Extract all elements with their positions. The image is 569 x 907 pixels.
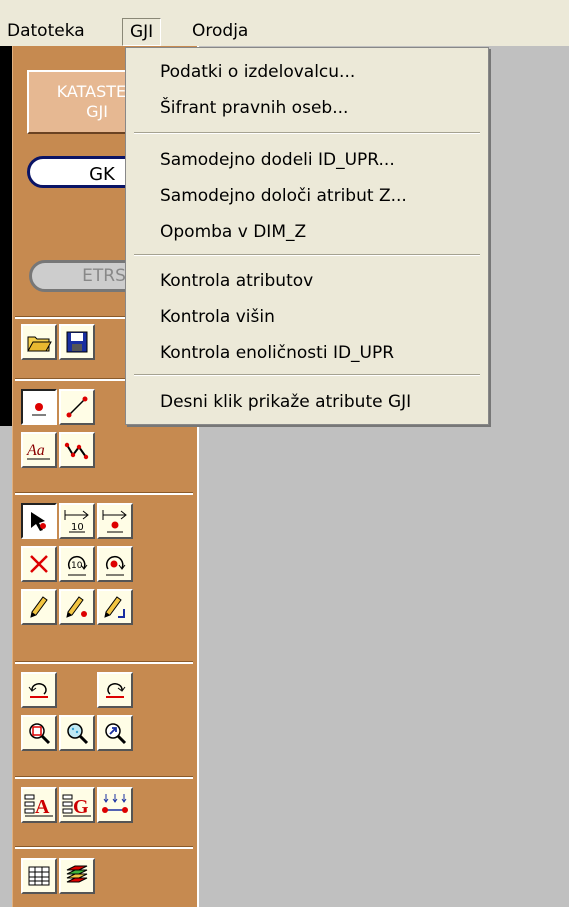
svg-text:G: G [73, 796, 89, 818]
rotate-text-icon[interactable]: 10 [59, 546, 95, 582]
menu-datoteka[interactable]: Datoteka [0, 17, 92, 45]
open-folder-icon[interactable] [21, 324, 57, 360]
menu-orodja[interactable]: Orodja [185, 17, 255, 45]
zoom-rectangle-icon[interactable] [21, 715, 57, 751]
undo-icon[interactable] [21, 672, 57, 708]
attribute-g-icon[interactable]: G [59, 787, 95, 823]
text-icon[interactable]: Aa [21, 432, 57, 468]
table-icon[interactable] [21, 858, 57, 894]
svg-text:A: A [35, 796, 50, 818]
layers-icon[interactable] [59, 858, 95, 894]
measure-distance-icon[interactable]: 10 [59, 503, 95, 539]
pencil-corner-icon[interactable] [97, 589, 133, 625]
menu-item-podatki-o-izdelovalcu[interactable]: Podatki o izdelovalcu... [126, 56, 488, 88]
point-icon[interactable] [21, 389, 57, 425]
menu-item-kontrola-atributov[interactable]: Kontrola atributov [126, 265, 488, 297]
save-disk-icon[interactable] [59, 324, 95, 360]
toolbar-separator [15, 846, 193, 849]
zoom-previous-icon[interactable] [97, 715, 133, 751]
zoom-extent-icon[interactable] [59, 715, 95, 751]
pencil-icon[interactable] [21, 589, 57, 625]
menu-separator [134, 254, 480, 256]
window-edge [0, 46, 12, 426]
delete-x-icon[interactable] [21, 546, 57, 582]
line-icon[interactable] [59, 389, 95, 425]
menu-separator [134, 374, 480, 376]
toolbar-separator [15, 492, 193, 495]
menu-item-kontrola-visin[interactable]: Kontrola višin [126, 301, 488, 333]
pencil-point-icon[interactable] [59, 589, 95, 625]
menu-bar: Datoteka GJI Orodja [0, 0, 569, 47]
menu-item-opomba-v-dim-z[interactable]: Opomba v DIM_Z [126, 216, 488, 248]
gji-dropdown-menu: Podatki o izdelovalcu... Šifrant pravnih… [125, 47, 489, 425]
connect-points-icon[interactable] [97, 787, 133, 823]
menu-item-kontrola-enolicnosti-id-upr[interactable]: Kontrola enoličnosti ID_UPR [126, 337, 488, 369]
menu-item-samodejno-dodeli-id-upr[interactable]: Samodejno dodeli ID_UPR... [126, 144, 488, 176]
menu-gji[interactable]: GJI [122, 18, 162, 46]
select-arrow-icon[interactable] [21, 503, 57, 539]
svg-text:10: 10 [71, 561, 83, 571]
toolbar-separator [15, 776, 193, 779]
toolbar-separator [15, 661, 193, 664]
rotate-point-icon[interactable] [97, 546, 133, 582]
polyline-icon[interactable] [59, 432, 95, 468]
svg-text:Aa: Aa [26, 442, 45, 459]
svg-text:10: 10 [71, 522, 84, 533]
move-point-icon[interactable] [97, 503, 133, 539]
menu-separator [134, 132, 480, 134]
attribute-a-icon[interactable]: A [21, 787, 57, 823]
menu-item-sifrant-pravnih-oseb[interactable]: Šifrant pravnih oseb... [126, 92, 488, 124]
menu-item-samodejno-doloci-atribut-z[interactable]: Samodejno določi atribut Z... [126, 180, 488, 212]
menu-item-desni-klik-prikaze-atribute[interactable]: Desni klik prikaže atribute GJI [126, 386, 488, 418]
redo-icon[interactable] [97, 672, 133, 708]
